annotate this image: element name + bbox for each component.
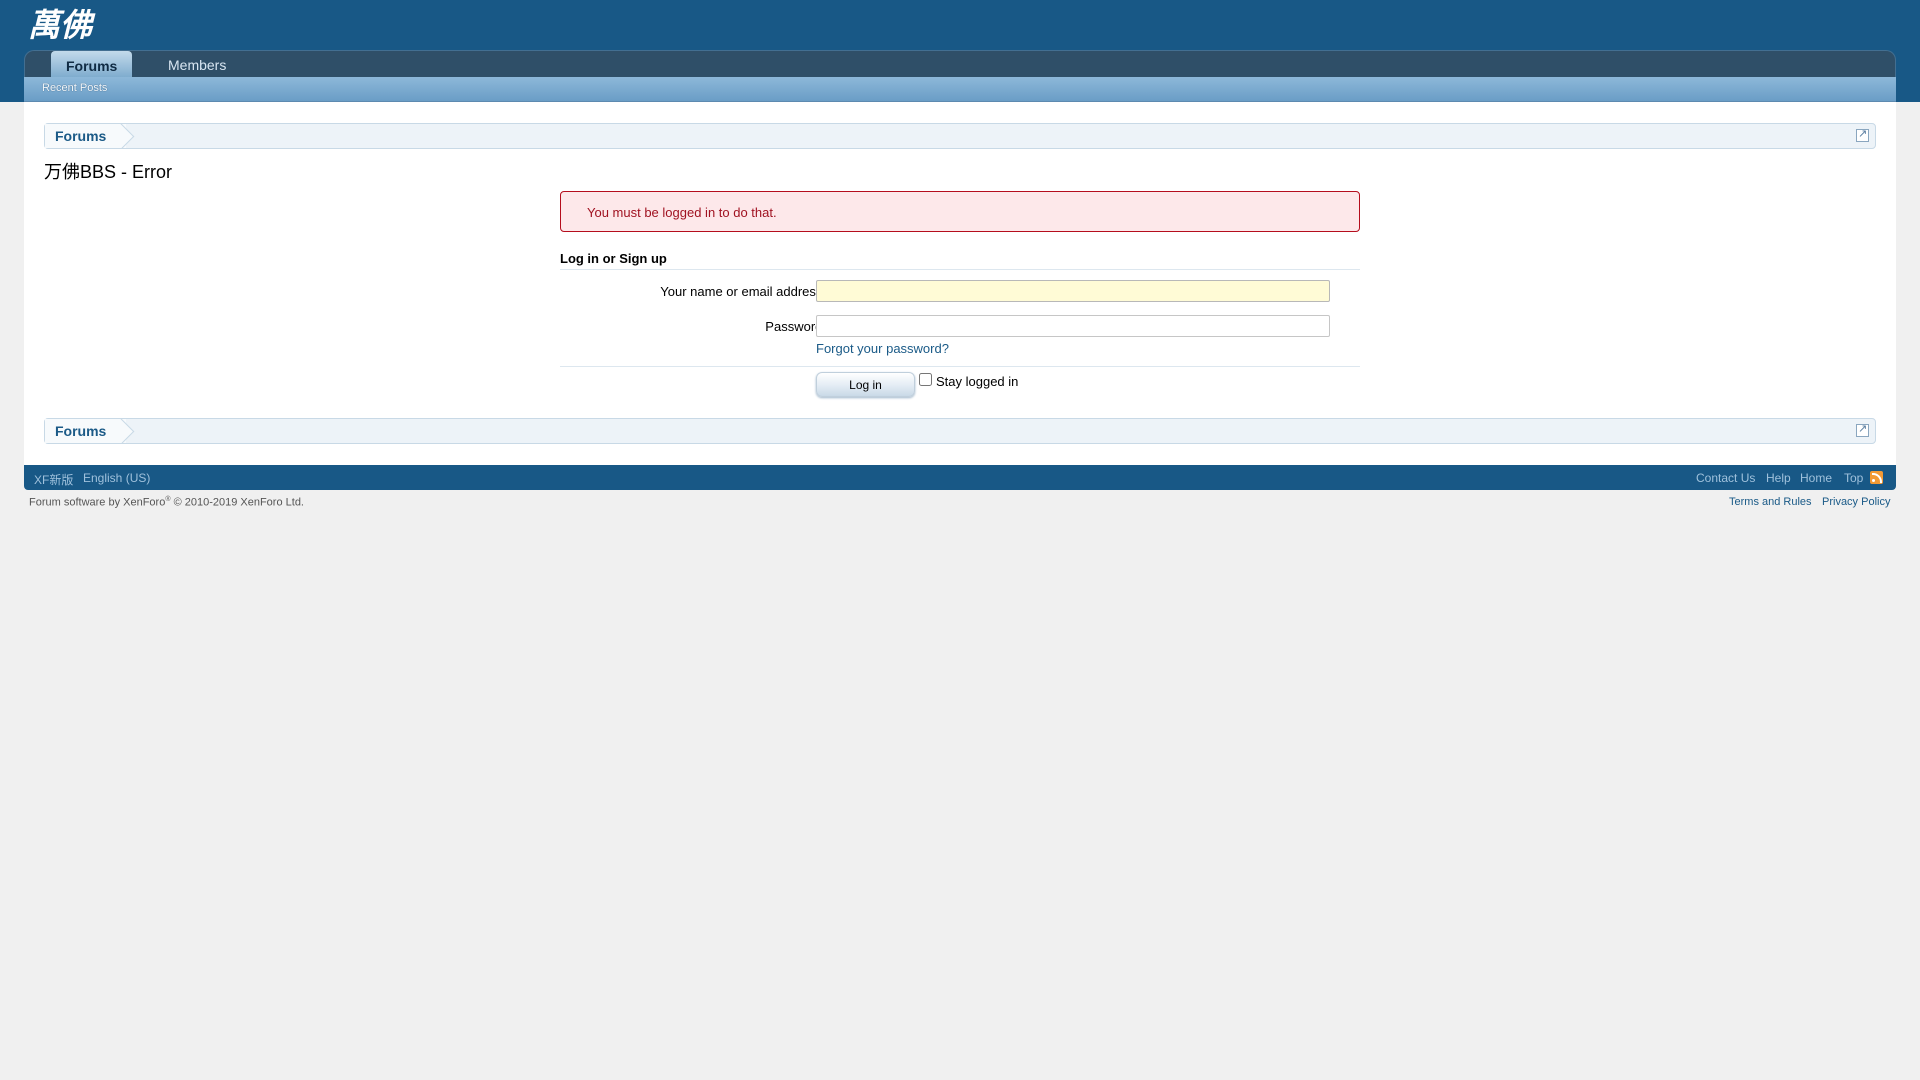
subnav-recent-posts[interactable]: Recent Posts [42,82,107,94]
style-chooser-link[interactable]: XF新版 [34,471,73,488]
terms-and-rules-link[interactable]: Terms and Rules [1729,496,1812,508]
home-link[interactable]: Home [1800,471,1832,485]
logo-calligraphy-icon: 萬佛 [28,6,96,44]
error-message-text: You must be logged in to do that. [587,205,777,220]
copyright-text: Forum software by XenForo [29,496,166,509]
copyright-notice: Forum software by XenForo® © 2010-2019 X… [29,496,304,509]
top-link[interactable]: Top [1844,471,1863,485]
jump-to-icon[interactable] [1856,127,1869,142]
language-chooser-link[interactable]: English (US) [83,471,150,485]
name-or-email-input[interactable] [816,280,1330,302]
main-navigation: Forums Members [24,50,1896,79]
login-button[interactable]: Log in [816,372,915,397]
contact-us-link[interactable]: Contact Us [1696,471,1755,485]
rss-icon[interactable] [1870,471,1883,484]
breadcrumb-bottom: Forums [44,418,1876,444]
footer-bar: XF新版 English (US) Contact Us Help Home T… [24,465,1896,490]
privacy-policy-link[interactable]: Privacy Policy [1822,496,1890,508]
site-header: 萬佛 Forums Members Recent Posts [0,0,1920,102]
password-input[interactable] [816,315,1330,337]
tab-forums[interactable]: Forums [51,51,133,79]
breadcrumb-forums-link[interactable]: Forums [45,124,127,148]
site-logo[interactable]: 萬佛 [28,4,100,44]
help-link[interactable]: Help [1766,471,1791,485]
page-content: Forums 万佛BBS - Error You must be logged … [24,102,1896,465]
name-field-label: Your name or email address: [660,284,826,299]
login-heading: Log in or Sign up [560,251,1360,270]
breadcrumb-forums-link-bottom[interactable]: Forums [45,419,127,443]
svg-text:萬佛: 萬佛 [28,6,96,44]
breadcrumb-arrow-bottom [119,419,143,443]
page-title: 万佛BBS - Error [44,162,173,182]
tab-members[interactable]: Members [153,51,241,79]
jump-to-icon-bottom[interactable] [1856,422,1869,437]
sub-navigation: Recent Posts [24,77,1896,102]
password-field-label: Password: [765,319,826,334]
forgot-password-link[interactable]: Forgot your password? [816,341,949,356]
form-divider [560,366,1360,367]
breadcrumb-arrow [119,124,143,148]
stay-logged-in-checkbox[interactable] [919,373,932,386]
stay-logged-in-label[interactable]: Stay logged in [936,374,1018,389]
breadcrumb-top: Forums [44,123,1876,149]
error-message-box: You must be logged in to do that. [560,191,1360,232]
copyright-year: © 2010-2019 XenForo Ltd. [170,496,304,509]
